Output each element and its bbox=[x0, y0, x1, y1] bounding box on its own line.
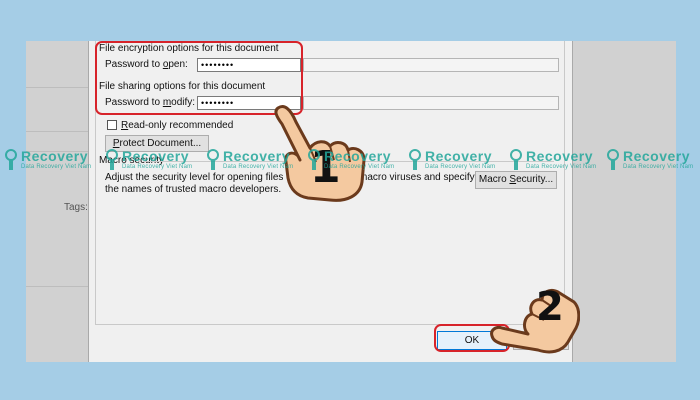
watermark-brand: Recovery bbox=[21, 148, 89, 164]
watermark-brand: Recovery bbox=[223, 148, 291, 164]
watermark: Recovery Data Recovery Viet Nam bbox=[4, 148, 96, 176]
key-logo-icon bbox=[409, 149, 421, 170]
watermark: Recovery Data Recovery Viet Nam bbox=[606, 148, 698, 176]
watermark-brand: Recovery bbox=[324, 148, 392, 164]
watermark-subtitle: Data Recovery Viet Nam bbox=[623, 164, 694, 170]
key-logo-icon bbox=[308, 149, 320, 170]
watermark-brand: Recovery bbox=[526, 148, 594, 164]
key-logo-icon bbox=[106, 149, 118, 170]
key-logo-icon bbox=[510, 149, 522, 170]
password-field-extension bbox=[303, 58, 559, 72]
key-logo-icon bbox=[207, 149, 219, 170]
background-divider bbox=[26, 131, 88, 132]
watermark-subtitle: Data Recovery Viet Nam bbox=[526, 164, 597, 170]
watermark-brand: Recovery bbox=[425, 148, 493, 164]
watermark: Recovery Data Recovery Viet Nam bbox=[408, 148, 500, 176]
watermark: Recovery Data Recovery Viet Nam bbox=[105, 148, 197, 176]
watermark-subtitle: Data Recovery Viet Nam bbox=[122, 164, 193, 170]
tags-label: Tags: bbox=[64, 202, 88, 213]
readonly-checkbox[interactable] bbox=[107, 120, 117, 130]
watermark: Recovery Data Recovery Viet Nam bbox=[307, 148, 399, 176]
step-number-2: 2 bbox=[536, 284, 564, 330]
key-logo-icon bbox=[5, 149, 17, 170]
watermark-subtitle: Data Recovery Viet Nam bbox=[324, 164, 395, 170]
watermark-brand: Recovery bbox=[623, 148, 691, 164]
key-logo-icon bbox=[607, 149, 619, 170]
watermark-subtitle: Data Recovery Viet Nam bbox=[425, 164, 496, 170]
readonly-label: Read-only recommended bbox=[121, 120, 234, 131]
watermark-subtitle: Data Recovery Viet Nam bbox=[21, 164, 92, 170]
background-divider bbox=[26, 286, 88, 287]
watermark: Recovery Data Recovery Viet Nam bbox=[509, 148, 601, 176]
watermark-brand: Recovery bbox=[122, 148, 190, 164]
macro-description-line2: the names of trusted macro developers. bbox=[105, 184, 282, 195]
watermark: Recovery Data Recovery Viet Nam bbox=[206, 148, 298, 176]
watermark-subtitle: Data Recovery Viet Nam bbox=[223, 164, 294, 170]
hand-pointer-icon bbox=[490, 288, 580, 354]
background-divider bbox=[26, 87, 88, 88]
